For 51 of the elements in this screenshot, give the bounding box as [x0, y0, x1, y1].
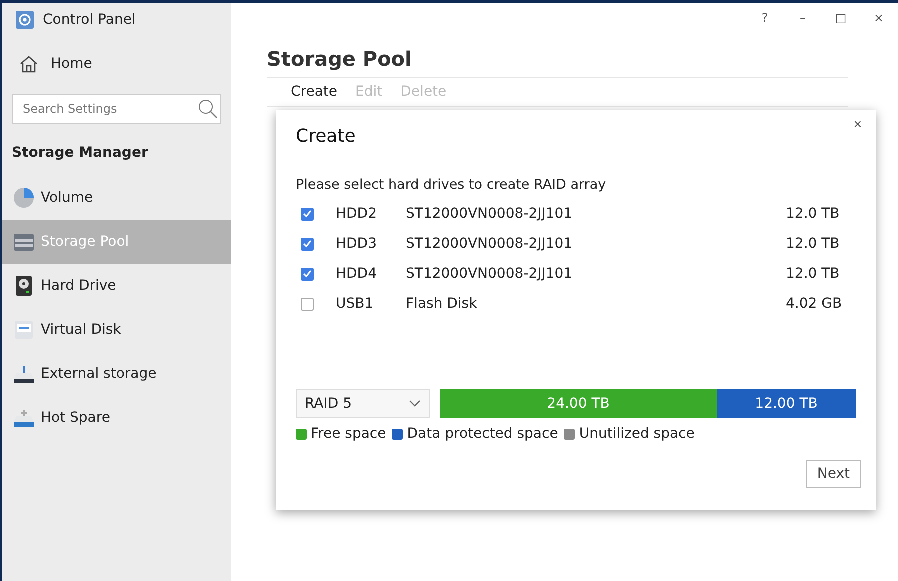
stack-icon: [13, 231, 35, 253]
chevron-down-icon[interactable]: [409, 400, 421, 407]
close-button[interactable]: ×: [860, 7, 898, 29]
sidebar-item[interactable]: External storage: [2, 352, 231, 396]
hard-drive-icon: [13, 275, 35, 297]
legend-label: Data protected space: [407, 426, 558, 442]
sidebar-item[interactable]: Hard Drive: [2, 264, 231, 308]
external-drive-icon: [13, 363, 35, 385]
capacity-segment: 24.00 TB: [440, 389, 718, 418]
minimize-button[interactable]: –: [784, 7, 822, 29]
sidebar-item[interactable]: Hot Spare: [2, 396, 231, 440]
drive-model: ST12000VN0008-2JJ101: [406, 266, 574, 282]
app-title: Control Panel: [43, 12, 136, 28]
drive-model: Flash Disk: [406, 296, 478, 312]
help-button[interactable]: ?: [746, 7, 784, 29]
close-button[interactable]: ×: [852, 114, 864, 134]
page-title: Storage Pool: [267, 47, 413, 73]
raid-select[interactable]: RAID 5: [296, 389, 430, 418]
checkbox[interactable]: [301, 298, 314, 310]
toolbar-button[interactable]: Create: [285, 82, 344, 102]
search-input[interactable]: Search Settings: [21, 101, 198, 117]
home-icon[interactable]: [19, 55, 39, 73]
drive-model: ST12000VN0008-2JJ101: [406, 206, 574, 222]
legend-label: Free space: [311, 426, 386, 442]
checkbox[interactable]: [301, 268, 314, 280]
maximize-button[interactable]: □: [822, 7, 860, 29]
drive-size: 12.0 TB: [786, 236, 841, 252]
legend-label: Unutilized space: [579, 426, 695, 442]
sidebar-item[interactable]: Virtual Disk: [2, 308, 231, 352]
pie-chart-icon: [13, 187, 35, 209]
drive-name: USB1: [336, 296, 375, 312]
next-button[interactable]: Next: [806, 460, 861, 488]
section-heading: Storage Manager: [12, 145, 148, 161]
prompt-text: Please select hard drives to create RAID array: [296, 177, 608, 193]
tray-icon: [13, 407, 35, 429]
capacity-segment: 12.00 TB: [717, 389, 856, 418]
drive-name: HDD4: [336, 266, 378, 282]
dialog-title: Create: [296, 126, 357, 147]
drive-model: ST12000VN0008-2JJ101: [406, 236, 574, 252]
search-icon[interactable]: [198, 99, 218, 119]
drive-size: 12.0 TB: [786, 266, 841, 282]
gear-icon: [16, 11, 34, 29]
drive-size: 4.02 GB: [786, 296, 844, 312]
sidebar-item[interactable]: Volume: [2, 176, 231, 220]
checkbox[interactable]: [301, 208, 314, 220]
home-link[interactable]: Home: [51, 56, 92, 72]
search-field[interactable]: Search Settings: [12, 94, 221, 124]
drive-name: HDD3: [336, 236, 378, 252]
drive-size: 12.0 TB: [786, 206, 841, 222]
drive-name: HDD2: [336, 206, 378, 222]
checkbox[interactable]: [301, 238, 314, 250]
